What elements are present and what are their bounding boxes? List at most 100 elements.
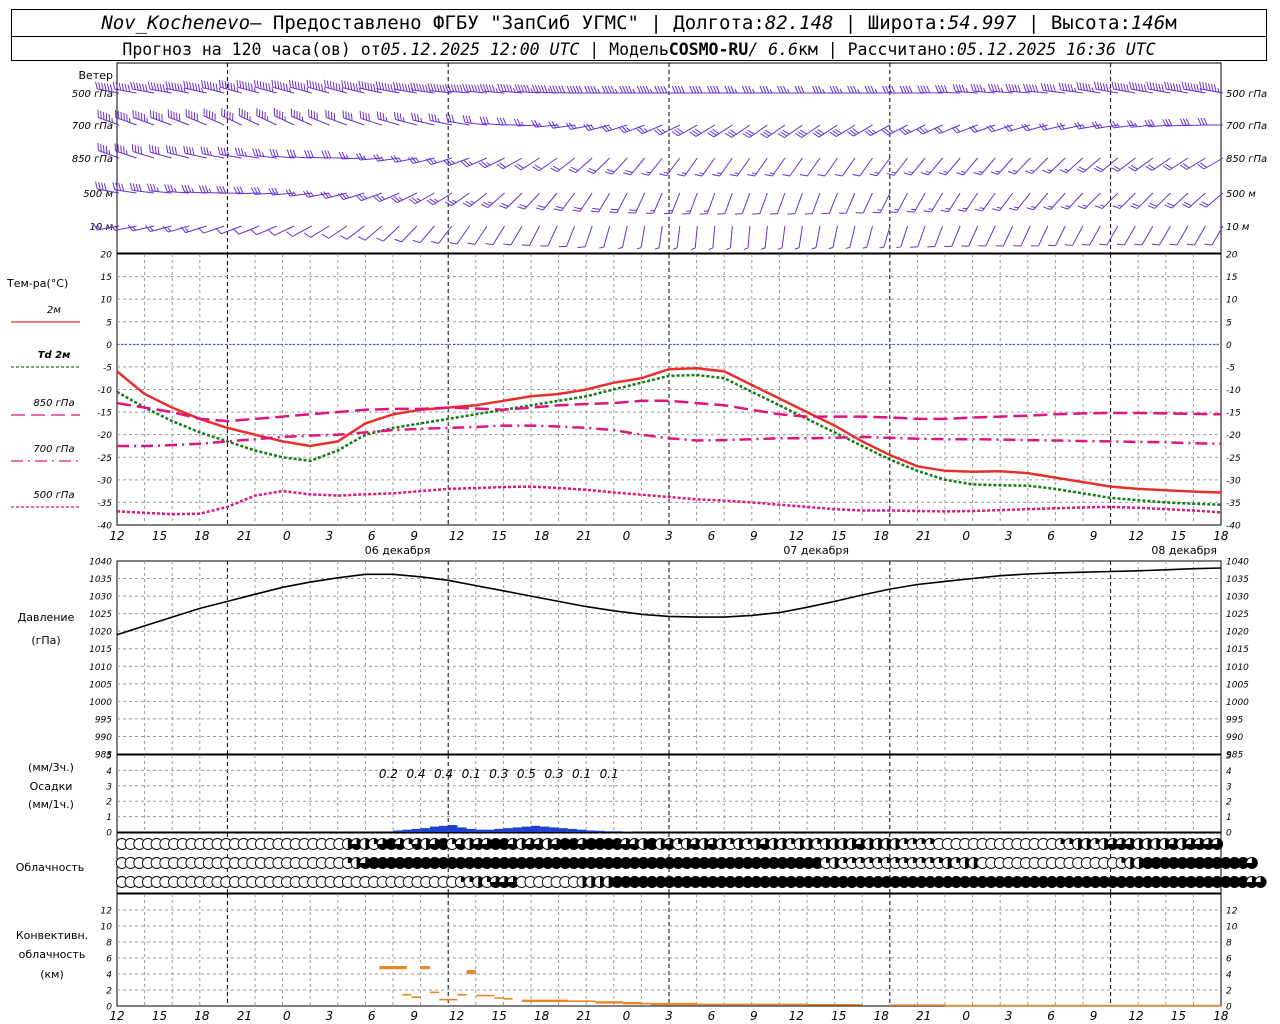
wind-barb-half-feather bbox=[845, 246, 851, 249]
wind-barb-feather bbox=[747, 85, 752, 94]
wind-barb-feather bbox=[604, 85, 609, 94]
wind-barb-feather bbox=[1049, 84, 1053, 92]
wind-barb-staff bbox=[658, 225, 663, 248]
wind-barb-feather bbox=[654, 85, 659, 94]
wind-barb bbox=[672, 225, 681, 250]
wind-barb-feather bbox=[976, 84, 980, 92]
wind-barb-feather bbox=[462, 202, 470, 208]
wind-barb-feather bbox=[168, 145, 172, 154]
wind-barb bbox=[734, 192, 751, 215]
wind-barb-feather bbox=[485, 243, 493, 246]
wind-barb-feather bbox=[359, 110, 362, 119]
wind-barb-feather bbox=[782, 173, 790, 177]
cloud-symbol bbox=[1245, 857, 1258, 869]
ytick-left-temp: 0 bbox=[106, 341, 112, 351]
wind-barb-feather bbox=[220, 147, 224, 156]
wind-barb-half-feather bbox=[1013, 206, 1019, 209]
wind-barb-feather bbox=[961, 84, 966, 93]
wind-barb-half-feather bbox=[547, 88, 551, 93]
wind-barb-feather bbox=[171, 82, 174, 91]
precip-bar bbox=[577, 829, 587, 832]
wind-barb-feather bbox=[135, 183, 139, 192]
wind-barb-feather bbox=[558, 85, 563, 94]
wind-barb-feather bbox=[1201, 201, 1209, 206]
wind-barb-staff bbox=[528, 225, 541, 246]
wind-barb-feather bbox=[280, 82, 283, 90]
wind-barb bbox=[855, 192, 873, 214]
wind-barb-feather bbox=[168, 81, 171, 90]
wind-barb-staff bbox=[1101, 192, 1119, 209]
conv-cloud-bar bbox=[439, 998, 458, 1001]
wind-barb-half-feather bbox=[125, 150, 128, 155]
wind-barb-feather bbox=[496, 117, 501, 125]
wind-barb-feather bbox=[465, 83, 469, 92]
wind-barb bbox=[938, 157, 961, 176]
wind-barb-feather bbox=[393, 111, 397, 120]
temp-xtick-label: 12 bbox=[789, 529, 804, 543]
wind-barb-feather bbox=[797, 85, 802, 94]
wind-barb-feather bbox=[396, 112, 399, 121]
wind-barb-feather bbox=[570, 166, 579, 172]
wind-barb-feather bbox=[592, 207, 601, 210]
wind-barb-staff bbox=[474, 225, 488, 245]
wind-barb-staff bbox=[203, 115, 225, 126]
temp-xtick-label: 0 bbox=[623, 529, 631, 543]
wind-barb-feather bbox=[192, 147, 195, 156]
wind-barb-staff bbox=[910, 157, 926, 176]
wind-barb bbox=[521, 225, 541, 246]
wind-barb-feather bbox=[1034, 84, 1039, 93]
precip-bar bbox=[540, 826, 550, 832]
wind-barb bbox=[764, 157, 786, 177]
wind-barb-feather bbox=[186, 146, 189, 154]
wind-barb-feather bbox=[1205, 82, 1208, 91]
wind-barb-feather bbox=[144, 84, 148, 92]
wind-barb-feather bbox=[209, 82, 213, 90]
wind-barb-feather bbox=[657, 85, 662, 94]
wind-barb-half-feather bbox=[450, 160, 455, 164]
wind-barb-half-feather bbox=[1012, 170, 1018, 173]
wind-barb-feather bbox=[215, 83, 218, 92]
temp-xtick-label: 12 bbox=[1128, 529, 1143, 543]
wind-barb-feather bbox=[572, 209, 581, 212]
wind-barb-feather bbox=[269, 148, 273, 157]
conv-cloud-bar bbox=[540, 999, 568, 1002]
wind-barb-half-feather bbox=[857, 88, 860, 94]
wind-barb-staff bbox=[1016, 192, 1031, 211]
wind-barb-half-feather bbox=[906, 128, 911, 133]
wind-barb bbox=[641, 157, 663, 176]
ytick-right-temp: -10 bbox=[1226, 386, 1241, 396]
wind-barb-staff bbox=[451, 192, 470, 207]
wind-barb-feather bbox=[973, 172, 982, 176]
wind-barb-staff bbox=[741, 192, 751, 214]
wind-barb bbox=[699, 192, 716, 215]
wind-barb-feather bbox=[521, 244, 530, 246]
precip-bar bbox=[503, 828, 513, 832]
wind-barb-half-feather bbox=[760, 247, 766, 250]
wind-barb bbox=[256, 108, 277, 126]
wind-barb-feather bbox=[552, 85, 557, 93]
wind-barb-half-feather bbox=[614, 88, 618, 94]
wind-barb-feather bbox=[138, 183, 142, 192]
temp-xtick-label: 15 bbox=[1171, 529, 1186, 543]
wind-barb-feather bbox=[537, 205, 546, 209]
wind-level-label-left: 500 м bbox=[83, 189, 113, 200]
wind-barb-staff bbox=[694, 225, 698, 248]
wind-barb-staff bbox=[648, 157, 663, 176]
wind-barb-staff bbox=[239, 115, 260, 126]
wind-barb-half-feather bbox=[862, 246, 867, 249]
wind-barb-half-feather bbox=[486, 162, 491, 166]
wind-barb-staff bbox=[1002, 225, 1014, 247]
wind-barb-feather bbox=[367, 82, 370, 91]
wind-barb bbox=[1169, 225, 1189, 246]
wind-barb bbox=[165, 81, 190, 94]
wind-barb-feather bbox=[294, 81, 297, 89]
wind-barb-half-feather bbox=[590, 125, 595, 130]
wind-barb-staff bbox=[292, 225, 312, 237]
wind-barb-staff bbox=[1205, 192, 1224, 208]
wind-barb-staff bbox=[879, 192, 891, 213]
bottom-xtick-label: 6 bbox=[708, 1009, 716, 1023]
wind-barb-feather bbox=[349, 82, 353, 90]
wind-barb-feather bbox=[970, 83, 974, 92]
wind-barb-feather bbox=[434, 114, 437, 122]
ytick-right-pres: 1020 bbox=[1226, 628, 1249, 638]
